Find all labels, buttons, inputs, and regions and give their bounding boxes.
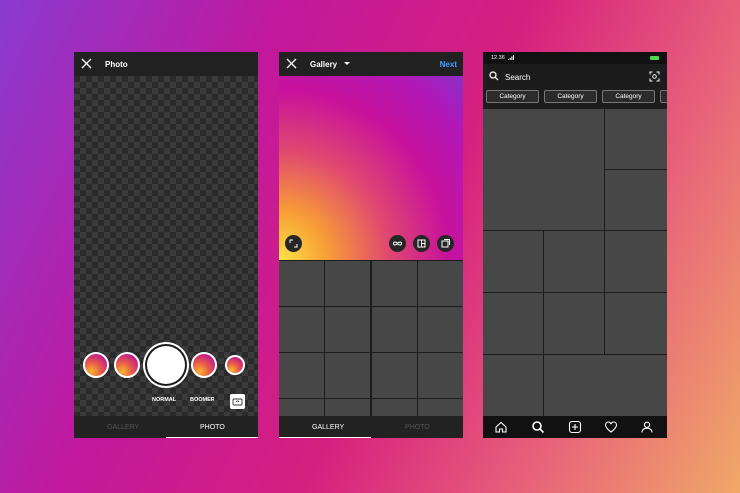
filter-thumb-1[interactable] (83, 352, 109, 378)
next-button[interactable]: Next (440, 60, 457, 69)
tab-gallery[interactable]: GALLERY (312, 424, 344, 431)
add-icon[interactable] (568, 420, 582, 434)
expand-icon[interactable] (285, 235, 302, 252)
search-icon[interactable] (531, 420, 545, 434)
gallery-thumb[interactable] (418, 353, 463, 398)
tab-photo[interactable]: PHOTO (405, 424, 430, 431)
explore-tile[interactable] (544, 293, 604, 354)
gallery-screen: Gallery Next GALLERY PHOTO (279, 52, 463, 438)
category-chip-1[interactable]: Category (486, 90, 539, 103)
infinity-icon[interactable] (389, 235, 406, 252)
status-bar: 12.36 (483, 52, 667, 64)
tab-photo[interactable]: PHOTO (200, 424, 225, 431)
gallery-thumb[interactable] (279, 353, 324, 398)
layout-icon[interactable] (413, 235, 430, 252)
selected-photo-preview (279, 76, 463, 260)
scan-icon[interactable] (649, 71, 660, 82)
profile-icon[interactable] (640, 420, 654, 434)
close-icon[interactable] (286, 58, 297, 69)
filter-thumb-3[interactable] (191, 352, 217, 378)
explore-tile[interactable] (544, 355, 667, 416)
active-tab-indicator (279, 436, 371, 438)
flip-camera-icon[interactable] (230, 394, 245, 409)
gallery-thumb[interactable] (418, 307, 463, 352)
camera-screen: Photo NORMAL BOOMERANG GALLERY PHOTO (74, 52, 258, 438)
mode-normal[interactable]: NORMAL (152, 397, 176, 403)
explore-tile[interactable] (483, 355, 543, 416)
search-input[interactable]: Search (505, 73, 530, 82)
caret-down-icon[interactable] (344, 62, 350, 65)
gallery-thumb[interactable] (371, 353, 417, 398)
gallery-thumb[interactable] (371, 261, 417, 306)
explore-tile[interactable] (605, 293, 667, 354)
gallery-thumb[interactable] (325, 261, 371, 306)
gallery-thumb[interactable] (325, 307, 371, 352)
gallery-thumb[interactable] (325, 353, 371, 398)
gallery-thumb[interactable] (279, 307, 324, 352)
camera-header: Photo (74, 52, 258, 76)
filter-thumb-4[interactable] (225, 355, 245, 375)
signal-icon (508, 55, 514, 60)
gallery-header: Gallery Next (279, 52, 463, 76)
explore-tile[interactable] (544, 231, 604, 292)
gallery-title[interactable]: Gallery (310, 60, 337, 69)
explore-tile[interactable] (483, 109, 604, 230)
camera-title: Photo (105, 60, 128, 69)
explore-tile[interactable] (483, 231, 543, 292)
explore-tile[interactable] (605, 109, 667, 169)
active-tab-indicator (166, 436, 258, 438)
home-icon[interactable] (494, 420, 508, 434)
gallery-thumb[interactable] (279, 261, 324, 306)
mode-boomerang[interactable]: BOOMERANG (190, 397, 214, 403)
category-chip-2[interactable]: Category (544, 90, 597, 103)
gallery-thumb[interactable] (418, 261, 463, 306)
shutter-button[interactable] (147, 346, 185, 384)
camera-tabbar: GALLERY PHOTO (74, 416, 258, 438)
search-icon (489, 71, 499, 81)
explore-tile[interactable] (605, 231, 667, 292)
explore-tile[interactable] (483, 293, 543, 354)
close-icon[interactable] (81, 58, 92, 69)
gallery-tabbar: GALLERY PHOTO (279, 416, 463, 438)
explore-screen: 12.36 Search Category Category Category (483, 52, 667, 438)
category-chip-3[interactable]: Category (602, 90, 655, 103)
explore-tile[interactable] (605, 170, 667, 230)
gallery-thumb[interactable] (371, 307, 417, 352)
multi-select-icon[interactable] (437, 235, 454, 252)
bottom-nav (483, 416, 667, 438)
category-chip-4[interactable] (660, 90, 667, 103)
filter-thumb-2[interactable] (114, 352, 140, 378)
tab-gallery[interactable]: GALLERY (107, 424, 139, 431)
battery-icon (650, 56, 659, 60)
heart-icon[interactable] (604, 420, 618, 434)
search-bar[interactable]: Search (483, 64, 667, 89)
status-time: 12.36 (491, 55, 505, 61)
